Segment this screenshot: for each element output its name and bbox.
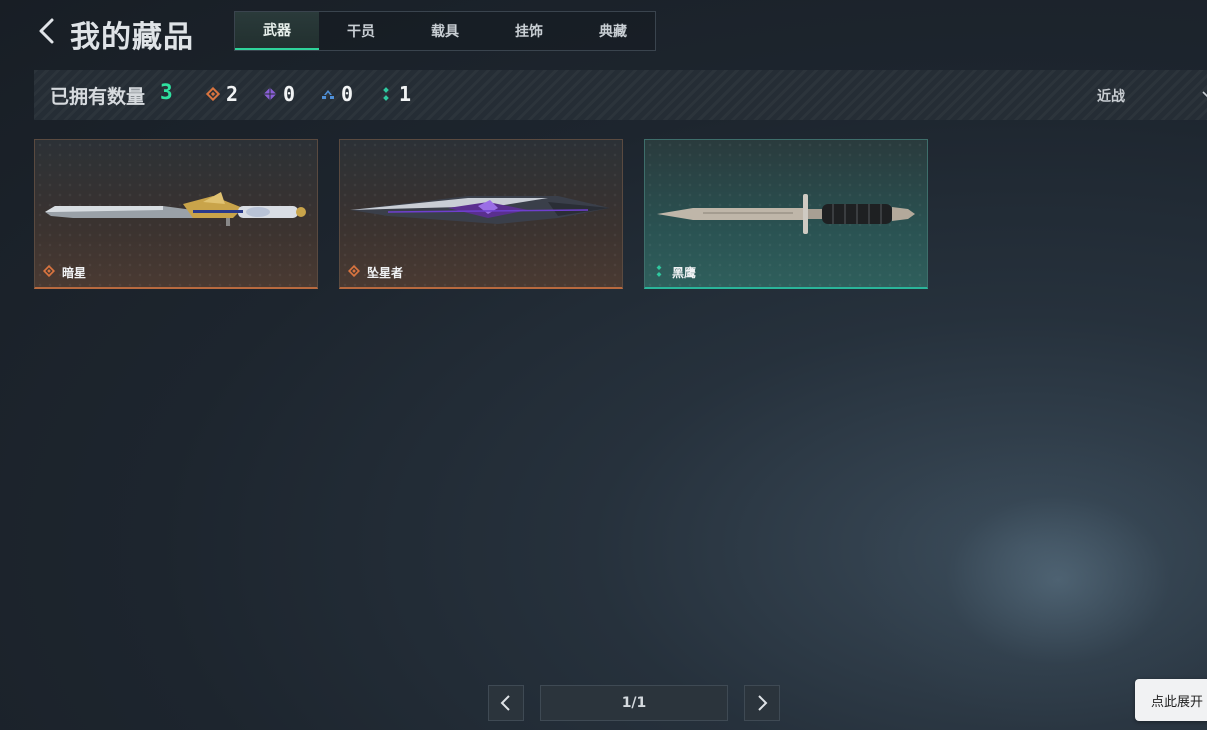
prev-page-button[interactable] (488, 685, 524, 721)
ownership-stats-bar: 已拥有数量 3 2 0 0 1 近战 (34, 70, 1207, 120)
owned-count-label: 已拥有数量 (50, 86, 146, 108)
filter-label: 近战 (1097, 89, 1125, 105)
expand-button[interactable]: 点此展开 (1135, 679, 1207, 721)
page-title: 我的藏品 (70, 20, 194, 55)
rarity-purple-count: 0 (263, 82, 295, 106)
chevron-right-icon (758, 695, 768, 711)
tab-vehicles[interactable]: 载具 (403, 12, 487, 50)
orange-diamond-icon (43, 265, 55, 277)
blue-chevron-icon (322, 90, 334, 99)
chevron-left-icon (500, 695, 510, 711)
owned-count-value: 3 (160, 80, 173, 104)
rarity-orange-count: 2 (206, 82, 238, 106)
item-name: 黑鹰 (672, 266, 697, 280)
rarity-teal-count: 1 (379, 82, 411, 106)
purple-diamond-icon (263, 87, 277, 101)
collection-card-zhuixingzhe[interactable]: 坠星者 (339, 139, 623, 289)
orange-diamond-icon (348, 265, 360, 277)
tab-collection[interactable]: 典藏 (571, 12, 655, 50)
tab-operators[interactable]: 干员 (319, 12, 403, 50)
chevron-down-icon (1202, 91, 1207, 98)
rarity-count: 0 (341, 82, 354, 106)
tab-weapons[interactable]: 武器 (235, 12, 319, 50)
weapon-type-filter[interactable]: 近战 (1097, 86, 1207, 106)
purple-blade-icon (350, 196, 610, 224)
collection-card-anxing[interactable]: 暗星 (34, 139, 318, 289)
tab-charms[interactable]: 挂饰 (487, 12, 571, 50)
item-name: 坠星者 (367, 266, 404, 280)
rarity-count: 2 (226, 82, 239, 106)
rarity-count: 1 (399, 82, 412, 106)
rarity-count: 0 (283, 82, 296, 106)
back-arrow-icon[interactable] (34, 16, 60, 46)
rarity-blue-count: 0 (321, 82, 353, 106)
combat-knife-icon (657, 194, 915, 234)
page-header: 我的藏品 武器 干员 载具 挂饰 典藏 (0, 0, 1207, 64)
orange-diamond-icon (206, 87, 220, 101)
ornate-knife-icon (45, 192, 306, 226)
page-indicator: 1/1 (540, 685, 728, 721)
category-tabs: 武器 干员 载具 挂饰 典藏 (234, 11, 656, 51)
teal-dots-icon (656, 265, 662, 277)
teal-dots-icon (383, 87, 389, 101)
next-page-button[interactable] (744, 685, 780, 721)
item-name: 暗星 (62, 266, 87, 280)
collection-card-heiying[interactable]: 黑鹰 (644, 139, 928, 289)
